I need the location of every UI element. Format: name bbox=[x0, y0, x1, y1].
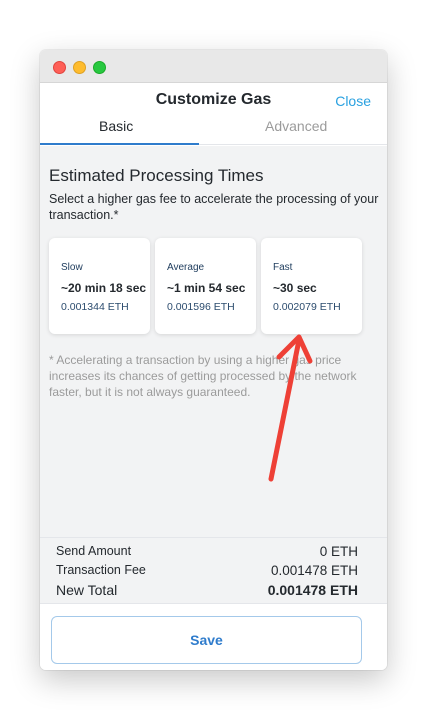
gas-option-time: ~1 min 54 sec bbox=[167, 281, 246, 295]
totals-summary: Send Amount 0 ETH Transaction Fee 0.0014… bbox=[40, 537, 387, 603]
modal-header: Customize Gas Close Basic Advanced bbox=[40, 83, 387, 145]
modal-footer: Save bbox=[40, 603, 387, 670]
gas-option-slow[interactable]: Slow ~20 min 18 sec 0.001344 ETH bbox=[49, 238, 150, 334]
window-close-icon[interactable] bbox=[53, 61, 66, 74]
new-total-row: New Total 0.001478 ETH bbox=[56, 582, 358, 598]
tab-basic[interactable]: Basic bbox=[99, 118, 133, 134]
gas-option-label: Average bbox=[167, 262, 205, 273]
new-total-label: New Total bbox=[56, 582, 118, 598]
window-minimize-icon[interactable] bbox=[73, 61, 86, 74]
section-description: Select a higher gas fee to accelerate th… bbox=[49, 192, 379, 222]
active-tab-indicator bbox=[40, 143, 199, 145]
basic-tab-content: Estimated Processing Times Select a high… bbox=[40, 146, 387, 670]
gas-option-time: ~30 sec bbox=[273, 281, 317, 295]
gas-option-fee: 0.001344 ETH bbox=[61, 301, 129, 313]
gas-option-label: Slow bbox=[61, 262, 83, 273]
gas-option-fast[interactable]: Fast ~30 sec 0.002079 ETH bbox=[261, 238, 362, 334]
save-button[interactable]: Save bbox=[51, 616, 362, 664]
window-zoom-icon[interactable] bbox=[93, 61, 106, 74]
transaction-fee-label: Transaction Fee bbox=[56, 563, 146, 577]
gas-option-fee: 0.001596 ETH bbox=[167, 301, 235, 313]
new-total-value: 0.001478 ETH bbox=[267, 582, 358, 598]
gas-option-time: ~20 min 18 sec bbox=[61, 281, 147, 295]
transaction-fee-row: Transaction Fee 0.001478 ETH bbox=[56, 563, 358, 578]
send-amount-row: Send Amount 0 ETH bbox=[56, 544, 358, 559]
customize-gas-window: Customize Gas Close Basic Advanced Estim… bbox=[40, 50, 387, 670]
send-amount-label: Send Amount bbox=[56, 544, 132, 558]
section-title: Estimated Processing Times bbox=[49, 166, 264, 185]
gas-option-label: Fast bbox=[273, 262, 293, 273]
close-button[interactable]: Close bbox=[335, 93, 371, 109]
gas-option-fee: 0.002079 ETH bbox=[273, 301, 341, 313]
gas-option-average[interactable]: Average ~1 min 54 sec 0.001596 ETH bbox=[155, 238, 256, 334]
send-amount-value: 0 ETH bbox=[319, 544, 358, 559]
transaction-fee-value: 0.001478 ETH bbox=[270, 563, 358, 578]
tab-advanced[interactable]: Advanced bbox=[265, 118, 327, 134]
window-titlebar bbox=[40, 50, 387, 83]
acceleration-footnote: * Accelerating a transaction by using a … bbox=[49, 353, 357, 399]
